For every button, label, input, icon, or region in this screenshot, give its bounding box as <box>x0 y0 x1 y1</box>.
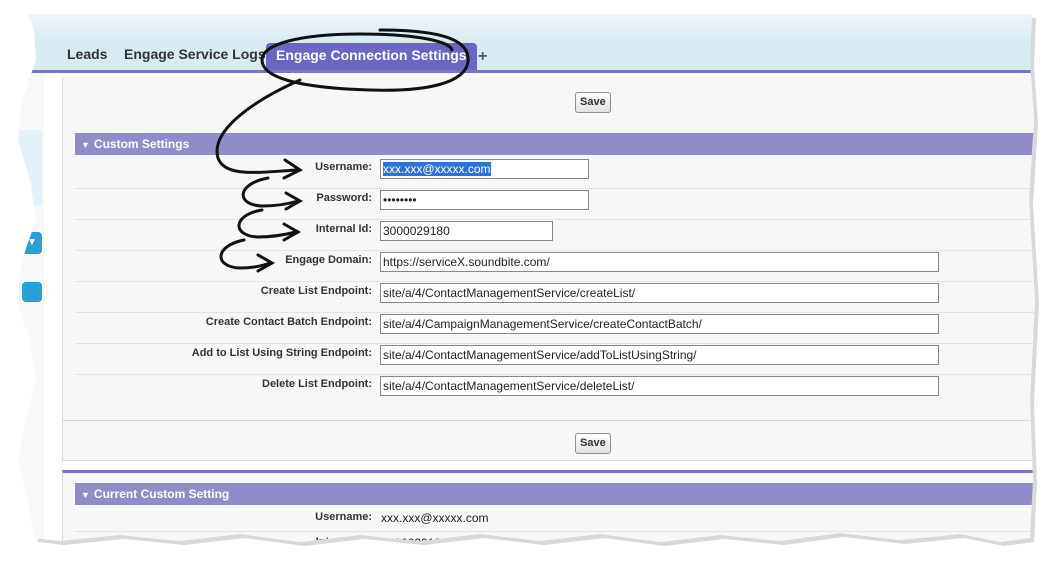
torn-paper-screenshot: Leads Engage Service Logs Engage Connect… <box>16 14 1035 542</box>
current-row-endpoint: ndpoint: site/a/4/ContactMana <box>75 557 1040 582</box>
field-label: ndpoint: <box>328 561 372 573</box>
annotation-overlay <box>215 28 470 273</box>
annotation-arrow-password <box>241 176 300 208</box>
annotation-ellipse <box>260 28 470 92</box>
annotation-arrow-engage-domain <box>219 238 272 270</box>
annotation-arrow-username <box>215 78 302 174</box>
annotation-arrow-internal-id <box>237 208 298 239</box>
field-value: site/a/4/ContactMana <box>381 561 495 575</box>
arrow-head-icon <box>256 253 276 273</box>
